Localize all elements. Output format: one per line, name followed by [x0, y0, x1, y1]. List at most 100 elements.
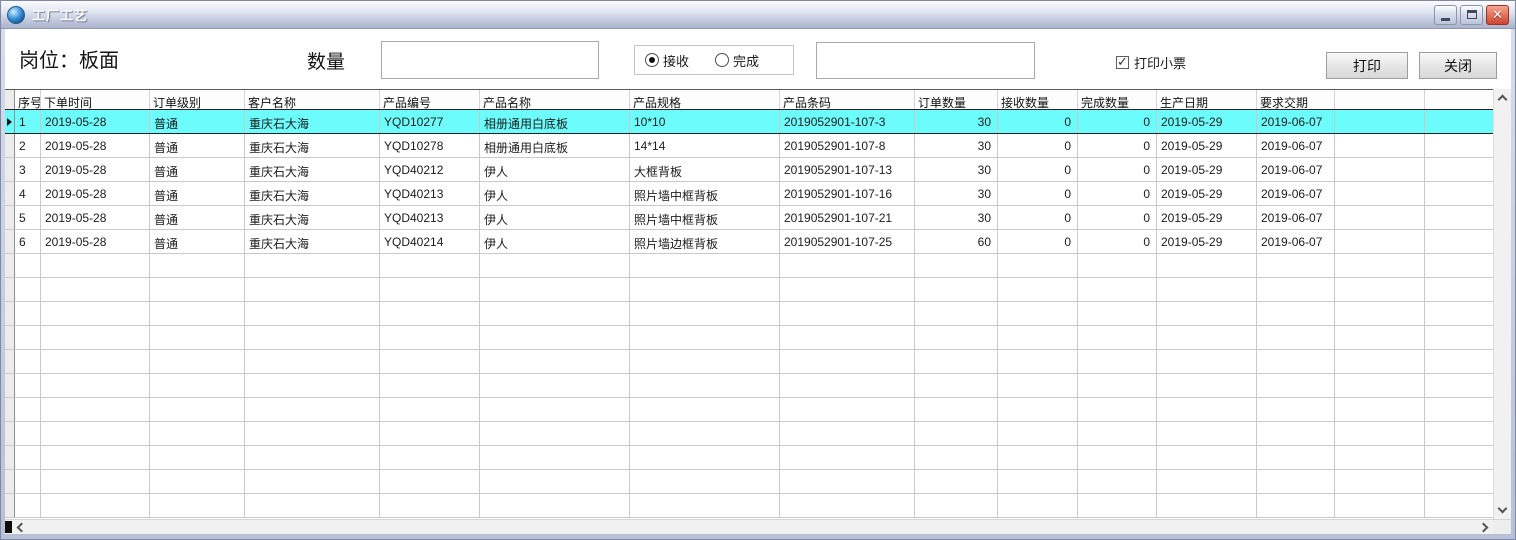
print-ticket-checkbox[interactable]: 打印小票 [1116, 53, 1186, 72]
grid-cell[interactable]: 2 [15, 134, 41, 157]
grid-cell[interactable]: 4 [15, 182, 41, 205]
grid-cell[interactable]: 2019-05-29 [1157, 158, 1257, 181]
column-header-8[interactable]: 产品条码 [780, 90, 915, 109]
grid-cell[interactable]: 0 [998, 206, 1078, 229]
grid-cell[interactable]: 重庆石大海 [245, 134, 380, 157]
grid-cell[interactable]: 2019-06-07 [1257, 110, 1335, 133]
grid-cell[interactable]: 0 [1078, 206, 1157, 229]
radio-receive-circle[interactable] [645, 53, 659, 67]
close-window-button[interactable]: 关闭 [1419, 52, 1497, 79]
title-bar[interactable]: 工厂工艺 ✕ [1, 1, 1515, 29]
scroll-up-icon[interactable] [1498, 95, 1508, 105]
column-header-6[interactable]: 产品名称 [480, 90, 630, 109]
radio-complete-circle[interactable] [715, 53, 729, 67]
barcode-input[interactable] [816, 42, 1035, 79]
grid-cell[interactable]: 30 [915, 110, 998, 133]
empty-grid-row[interactable] [5, 278, 1495, 302]
grid-cell[interactable]: 0 [1078, 230, 1157, 253]
table-row[interactable]: 42019-05-28普通重庆石大海YQD40213伊人照片墙中框背板20190… [5, 182, 1495, 206]
grid-cell[interactable]: 普通 [150, 182, 245, 205]
radio-complete[interactable]: 完成 [715, 51, 759, 70]
grid-cell[interactable]: 2019052901-107-8 [780, 134, 915, 157]
grid-cell[interactable]: YQD40213 [380, 182, 480, 205]
grid-cell[interactable]: 10*10 [630, 110, 780, 133]
grid-cell[interactable]: 伊人 [480, 230, 630, 253]
scroll-left-icon[interactable] [17, 523, 27, 533]
grid-cell[interactable]: 2019-05-29 [1157, 182, 1257, 205]
grid-cell[interactable]: 普通 [150, 230, 245, 253]
grid-cell[interactable]: 0 [1078, 182, 1157, 205]
column-header-7[interactable]: 产品规格 [630, 90, 780, 109]
grid-cell[interactable]: 相册通用白底板 [480, 134, 630, 157]
empty-grid-row[interactable] [5, 422, 1495, 446]
grid-cell[interactable]: 2019-05-28 [41, 110, 150, 133]
grid-cell[interactable]: 普通 [150, 110, 245, 133]
grid-cell[interactable]: 2019-05-28 [41, 158, 150, 181]
table-row[interactable]: 12019-05-28普通重庆石大海YQD10277相册通用白底板10*1020… [5, 110, 1495, 134]
grid-cell[interactable]: YQD10277 [380, 110, 480, 133]
grid-cell[interactable]: 普通 [150, 134, 245, 157]
maximize-button[interactable] [1460, 5, 1483, 25]
table-row[interactable]: 62019-05-28普通重庆石大海YQD40214伊人照片墙边框背板20190… [5, 230, 1495, 254]
grid-cell[interactable]: 重庆石大海 [245, 158, 380, 181]
column-header-13[interactable]: 要求交期 [1257, 90, 1335, 109]
grid-cell[interactable]: 30 [915, 158, 998, 181]
grid-cell[interactable]: YQD40214 [380, 230, 480, 253]
grid-cell[interactable]: 0 [998, 182, 1078, 205]
grid-cell[interactable]: 照片墙边框背板 [630, 230, 780, 253]
grid-cell[interactable]: 重庆石大海 [245, 182, 380, 205]
grid-cell[interactable]: 普通 [150, 206, 245, 229]
grid-cell[interactable]: 2019052901-107-13 [780, 158, 915, 181]
row-selector[interactable] [5, 230, 15, 253]
grid-cell[interactable]: 2019052901-107-3 [780, 110, 915, 133]
column-header-5[interactable]: 产品编号 [380, 90, 480, 109]
grid-cell[interactable]: 30 [915, 206, 998, 229]
empty-grid-row[interactable] [5, 398, 1495, 422]
column-header-4[interactable]: 客户名称 [245, 90, 380, 109]
grid-cell[interactable]: 2019-06-07 [1257, 230, 1335, 253]
column-header-11[interactable]: 完成数量 [1078, 90, 1157, 109]
table-row[interactable]: 32019-05-28普通重庆石大海YQD40212伊人大框背板20190529… [5, 158, 1495, 182]
grid-cell[interactable]: 6 [15, 230, 41, 253]
quantity-input[interactable] [381, 41, 599, 79]
grid-cell[interactable]: YQD10278 [380, 134, 480, 157]
grid-cell[interactable]: 重庆石大海 [245, 110, 380, 133]
empty-grid-row[interactable] [5, 254, 1495, 278]
column-header-2[interactable]: 下单时间 [41, 90, 150, 109]
grid-cell[interactable]: 照片墙中框背板 [630, 182, 780, 205]
h-scrollbar-thumb[interactable] [5, 521, 12, 533]
grid-cell[interactable]: 2019-05-29 [1157, 206, 1257, 229]
grid-cell[interactable]: 大框背板 [630, 158, 780, 181]
empty-grid-row[interactable] [5, 302, 1495, 326]
grid-cell[interactable]: 0 [998, 134, 1078, 157]
grid-cell[interactable]: 30 [915, 182, 998, 205]
scroll-down-icon[interactable] [1498, 504, 1508, 514]
grid-cell[interactable]: 1 [15, 110, 41, 133]
empty-grid-row[interactable] [5, 494, 1495, 518]
empty-grid-row[interactable] [5, 446, 1495, 470]
vertical-scrollbar[interactable] [1493, 89, 1511, 519]
column-header-3[interactable]: 订单级别 [150, 90, 245, 109]
grid-cell[interactable]: 30 [915, 134, 998, 157]
grid-cell[interactable]: 照片墙中框背板 [630, 206, 780, 229]
grid-cell[interactable]: 3 [15, 158, 41, 181]
grid-cell[interactable]: 重庆石大海 [245, 206, 380, 229]
grid-cell[interactable]: 2019-05-29 [1157, 134, 1257, 157]
row-selector[interactable] [5, 206, 15, 229]
row-selector[interactable] [5, 134, 15, 157]
grid-cell[interactable]: 14*14 [630, 134, 780, 157]
grid-cell[interactable]: 0 [998, 230, 1078, 253]
row-selector[interactable] [5, 158, 15, 181]
row-selector[interactable] [5, 110, 15, 133]
grid-cell[interactable]: 0 [1078, 158, 1157, 181]
grid-cell[interactable]: 2019-06-07 [1257, 182, 1335, 205]
grid-cell[interactable]: 0 [1078, 134, 1157, 157]
grid-cell[interactable]: YQD40212 [380, 158, 480, 181]
column-header-10[interactable]: 接收数量 [998, 90, 1078, 109]
grid-cell[interactable]: 伊人 [480, 182, 630, 205]
grid-cell[interactable]: 0 [998, 158, 1078, 181]
grid-cell[interactable]: 重庆石大海 [245, 230, 380, 253]
grid-cell[interactable]: 2019-05-28 [41, 182, 150, 205]
grid-cell[interactable]: 相册通用白底板 [480, 110, 630, 133]
column-header-1[interactable]: 序号 [15, 90, 41, 109]
